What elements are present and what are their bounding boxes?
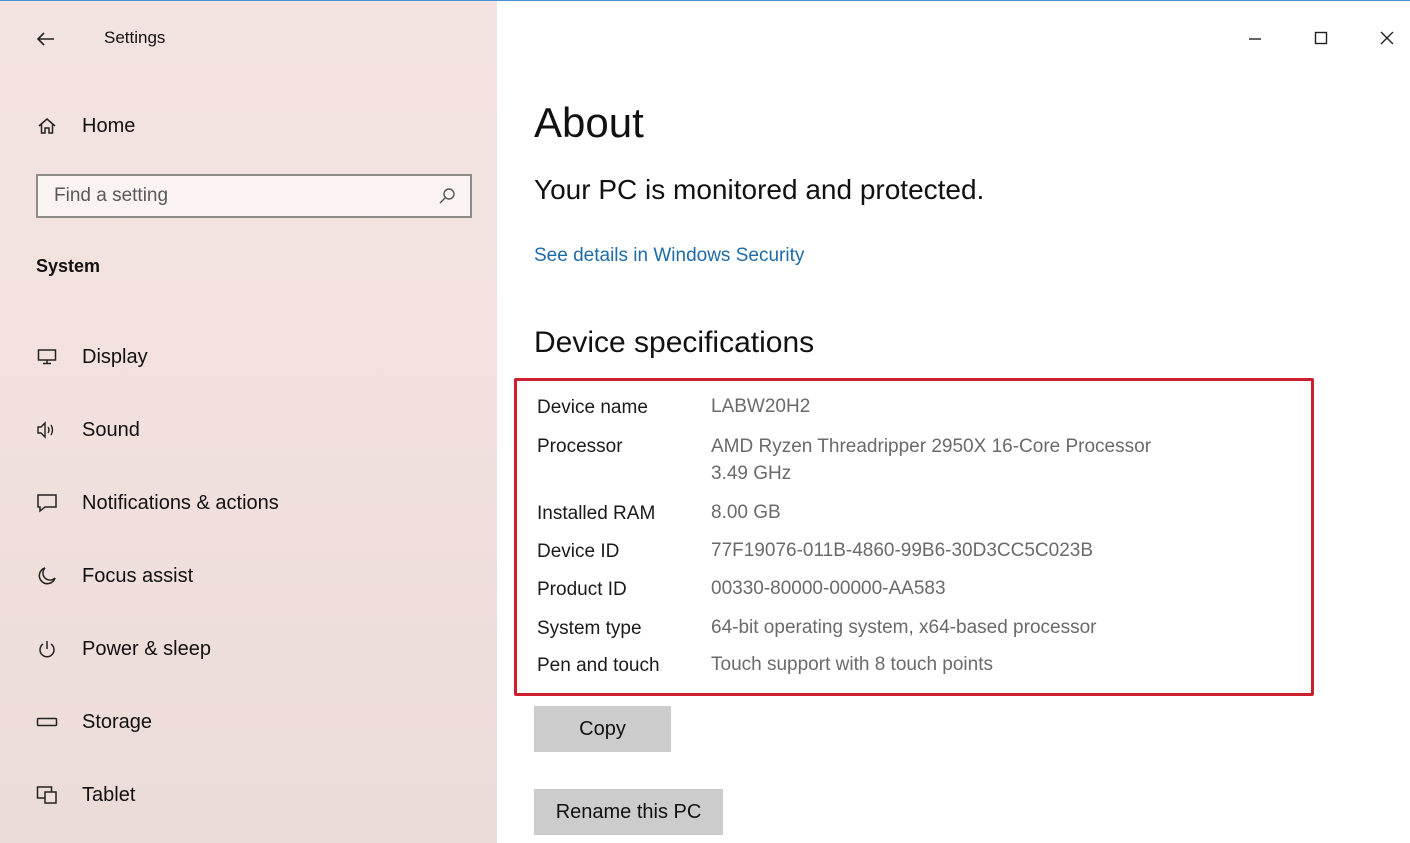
spec-value: 00330-80000-00000-AA583 [711,578,946,599]
titlebar-left: Settings [36,27,165,51]
spec-value: LABW20H2 [711,396,811,417]
focus-assist-icon [36,565,58,587]
spec-label: Pen and touch [537,655,660,676]
display-icon [36,346,58,368]
sidebar-item-label: Sound [82,418,140,441]
notifications-icon [36,492,58,514]
section-label-system: System [36,256,101,276]
sound-icon [36,419,58,441]
copy-button[interactable]: Copy [534,706,671,752]
spec-label: Device name [537,397,648,418]
settings-window: Settings Home System Display [0,0,1410,843]
tablet-icon [36,784,58,806]
main-content: About Your PC is monitored and protected… [497,1,1410,843]
sidebar-item-tablet[interactable]: Tablet [36,777,476,813]
search-icon[interactable] [438,187,456,205]
home-icon [36,115,58,137]
power-icon [36,638,58,660]
page-title: About [534,99,644,146]
windows-security-link[interactable]: See details in Windows Security [534,245,804,267]
spec-label: Product ID [537,579,627,600]
rename-pc-button[interactable]: Rename this PC [534,789,723,835]
spec-label: Device ID [537,541,620,562]
storage-icon [36,711,58,733]
protection-heading: Your PC is monitored and protected. [534,174,985,205]
spec-label: Processor [537,436,623,457]
sidebar-item-display[interactable]: Display [36,339,476,375]
back-arrow-icon [37,32,54,46]
spec-value: Touch support with 8 touch points [711,654,994,675]
sidebar-item-storage[interactable]: Storage [36,704,476,740]
sidebar-item-power-sleep[interactable]: Power & sleep [36,631,476,667]
app-title: Settings [104,28,166,47]
sidebar-item-focus-assist[interactable]: Focus assist [36,558,476,594]
search-box[interactable] [36,174,472,218]
sidebar-item-home[interactable]: Home [36,108,476,144]
back-button[interactable] [36,27,56,51]
sidebar-item-label: Tablet [82,783,136,806]
sidebar-item-sound[interactable]: Sound [36,412,476,448]
specs-heading: Device specifications [534,326,815,359]
spec-value: 8.00 GB [711,502,781,523]
spec-label: System type [537,618,642,639]
sidebar-item-label: Focus assist [82,564,194,587]
spec-value-line2: 3.49 GHz [711,463,792,484]
device-specs-highlight: Device name LABW20H2 Processor AMD Ryzen… [514,378,1314,696]
spec-value: 64-bit operating system, x64-based proce… [711,617,1097,638]
sidebar-item-notifications[interactable]: Notifications & actions [36,485,476,521]
sidebar: Settings Home System Display [0,1,497,843]
sidebar-item-label: Notifications & actions [82,491,279,514]
sidebar-item-label: Home [82,114,136,137]
sidebar-item-label: Storage [82,710,153,733]
spec-value: AMD Ryzen Threadripper 2950X 16-Core Pro… [711,436,1152,457]
spec-label: Installed RAM [537,503,656,524]
spec-value: 77F19076-011B-4860-99B6-30D3CC5C023B [711,540,1094,561]
sidebar-item-label: Power & sleep [82,637,211,660]
sidebar-item-label: Display [82,345,148,368]
search-input[interactable] [52,184,416,208]
